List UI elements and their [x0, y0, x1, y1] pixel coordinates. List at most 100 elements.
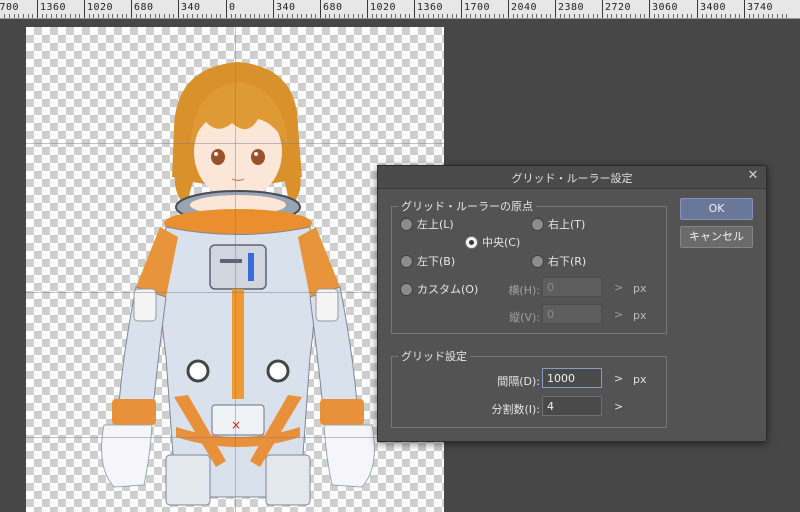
ruler-minor-tick [447, 14, 448, 18]
radio-bottom-left[interactable]: 左下(B) [400, 253, 455, 269]
ruler-minor-tick [259, 14, 260, 18]
divisions-arrow[interactable]: > [614, 400, 623, 413]
radio-custom[interactable]: カスタム(O) [400, 281, 478, 297]
interval-label: 間隔(D): [497, 375, 540, 388]
ruler-label: 1700 [464, 2, 491, 13]
radio-label: 右下(R) [548, 255, 587, 268]
ruler-major-tick [226, 0, 227, 18]
ruler-minor-tick [353, 14, 354, 18]
ruler-minor-tick [579, 14, 580, 18]
ruler-minor-tick [405, 14, 406, 18]
ruler-minor-tick [721, 14, 722, 18]
ruler-minor-tick [630, 14, 631, 18]
ruler-minor-tick [140, 14, 141, 18]
ruler-minor-tick [311, 14, 312, 18]
ruler-minor-tick [621, 14, 622, 18]
ruler-minor-tick [663, 14, 664, 18]
radio-indicator [400, 254, 413, 268]
ruler-minor-tick [329, 14, 330, 18]
ruler-minor-tick [264, 14, 265, 18]
radio-indicator [465, 235, 478, 249]
ruler-minor-tick [456, 14, 457, 18]
ruler-minor-tick [532, 14, 533, 18]
horizontal-label: 横(H): [508, 284, 540, 297]
ruler-label: 3060 [652, 2, 679, 13]
dialog-title: グリッド・ルーラー設定 [511, 172, 633, 185]
interval-arrow[interactable]: > [614, 372, 623, 385]
ruler-minor-tick [93, 14, 94, 18]
ruler-minor-tick [61, 14, 62, 18]
ruler-minor-tick [480, 14, 481, 18]
ruler-minor-tick [494, 14, 495, 18]
ruler-minor-tick [103, 14, 104, 18]
ruler-minor-tick [334, 14, 335, 18]
close-icon[interactable]: ✕ [746, 169, 760, 183]
ruler-label: 1020 [370, 2, 397, 13]
ruler-minor-tick [616, 14, 617, 18]
radio-indicator [400, 282, 413, 296]
vertical-field[interactable]: 0 [542, 304, 602, 324]
ruler-minor-tick [126, 14, 127, 18]
ruler-minor-tick [150, 14, 151, 18]
ruler-minor-tick [235, 14, 236, 18]
ruler-minor-tick [301, 14, 302, 18]
ruler-minor-tick [640, 14, 641, 18]
ruler-major-tick [320, 0, 321, 18]
ruler-minor-tick [452, 14, 453, 18]
horizontal-unit: px [633, 282, 647, 295]
ruler-minor-tick [583, 14, 584, 18]
ruler-minor-tick [711, 14, 712, 18]
ok-button[interactable]: OK [680, 198, 753, 220]
ruler-label: 340 [276, 2, 296, 13]
ruler-major-tick [178, 0, 179, 18]
ruler-minor-tick [183, 14, 184, 18]
ruler-major-tick [649, 0, 650, 18]
ruler-minor-tick [145, 14, 146, 18]
interval-unit: px [633, 373, 647, 386]
ruler-minor-tick [654, 14, 655, 18]
cancel-button[interactable]: キャンセル [680, 226, 753, 248]
ruler-minor-tick [611, 14, 612, 18]
radio-label: 右上(T) [548, 218, 586, 231]
ruler-minor-tick [89, 14, 90, 18]
grid-line [26, 143, 444, 144]
ruler-minor-tick [635, 14, 636, 18]
divisions-field[interactable]: 4 [542, 396, 602, 416]
origin-group-legend: グリッド・ルーラーの原点 [401, 200, 533, 213]
ruler-minor-tick [108, 14, 109, 18]
ruler-minor-tick [485, 14, 486, 18]
ruler-minor-tick [240, 14, 241, 18]
radio-center[interactable]: 中央(C) [465, 234, 520, 250]
ruler-minor-tick [691, 14, 692, 18]
ruler-minor-tick [673, 14, 674, 18]
vertical-label: 縦(V): [509, 311, 540, 324]
ruler-minor-tick [18, 14, 19, 18]
ruler-minor-tick [569, 14, 570, 18]
ruler-minor-tick [250, 14, 251, 18]
radio-top-left[interactable]: 左上(L) [400, 216, 454, 232]
ruler-minor-tick [46, 14, 47, 18]
ruler-minor-tick [739, 14, 740, 18]
dialog-titlebar[interactable]: グリッド・ルーラー設定 ✕ [378, 166, 766, 189]
ruler-label: 1020 [87, 2, 114, 13]
ruler-minor-tick [56, 14, 57, 18]
radio-label: 中央(C) [482, 236, 521, 249]
ruler-minor-tick [725, 14, 726, 18]
interval-field[interactable]: 1000 [542, 368, 602, 388]
radio-bottom-right[interactable]: 右下(R) [531, 253, 586, 269]
ruler-label: 3400 [700, 2, 727, 13]
ruler-minor-tick [749, 14, 750, 18]
ruler-minor-tick [560, 14, 561, 18]
vertical-arrow[interactable]: > [614, 308, 623, 321]
ruler-major-tick [84, 0, 85, 18]
ruler-minor-tick [173, 14, 174, 18]
radio-top-right[interactable]: 右上(T) [531, 216, 585, 232]
ruler-minor-tick [782, 14, 783, 18]
ruler-minor-tick [372, 14, 373, 18]
horizontal-field[interactable]: 0 [542, 277, 602, 297]
radio-indicator [400, 217, 413, 231]
horizontal-arrow[interactable]: > [614, 281, 623, 294]
ruler-minor-tick [297, 14, 298, 18]
ruler-major-tick [508, 0, 509, 18]
horizontal-ruler: 1700136010206803400340680102013601700204… [0, 0, 800, 19]
